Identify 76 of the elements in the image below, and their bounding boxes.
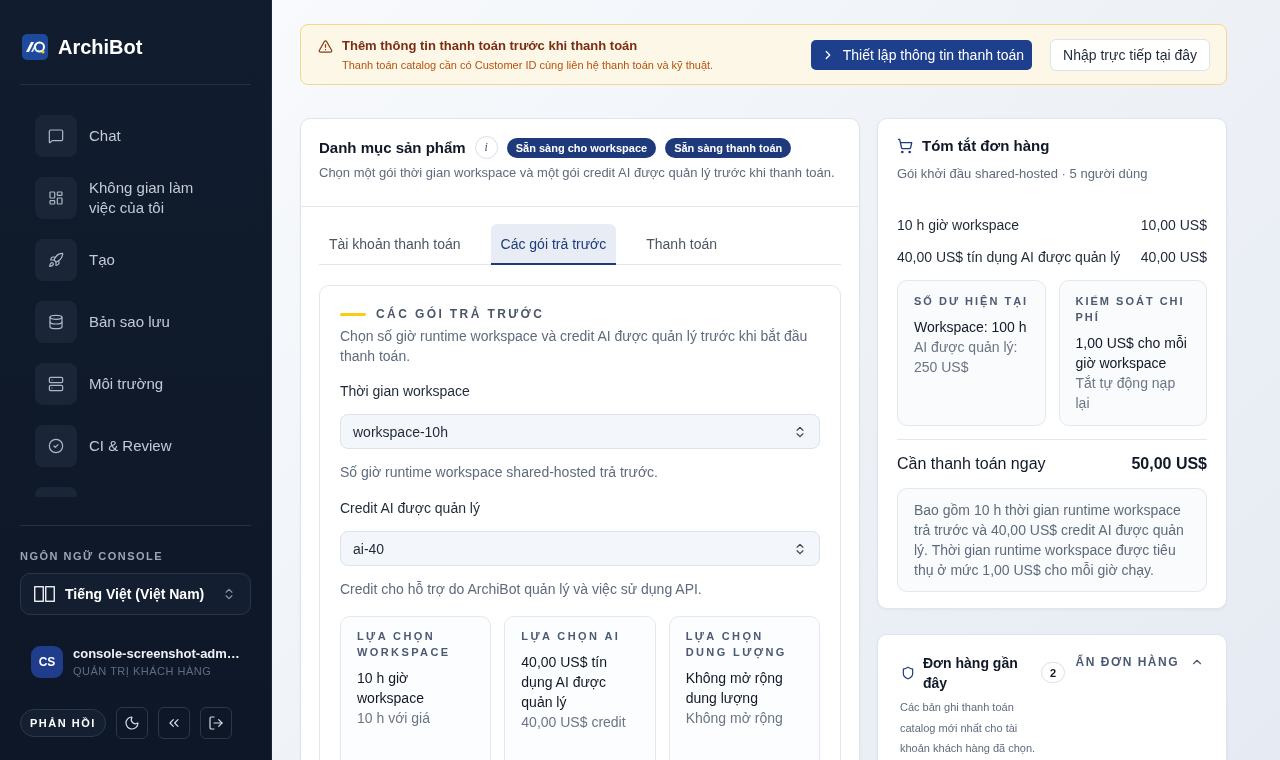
cart-icon [897,138,913,154]
stat-value: 1,00 US$ cho mỗi giờ workspace [1075,334,1188,373]
section-description: Chọn số giờ runtime workspace và credit AI được quản lý trước khi bắt đầu thanh toán. [340,327,809,366]
tab[interactable]: Các gói trả trước [490,224,617,265]
stat-value: Workspace: 100 h [914,318,1028,337]
logout-button[interactable] [199,707,232,739]
collapse-sidebar-button[interactable] [157,707,190,739]
stat-detail: Tắt tự động nạp lại [1075,374,1177,413]
server-icon [35,363,77,405]
status-badge: Sẵn sàng cho workspace [506,137,657,158]
total-amount: 50,00 US$ [1131,454,1207,474]
stat-detail: AI được quản lý: 250 US$ [914,338,1019,377]
user-name: console-screenshot-adm… [73,645,240,662]
card-description: Các bản ghi thanh toán catalog mới nhất cho tài khoản khách hàng đã chọn. [900,700,1037,756]
logout-icon [207,715,224,731]
nav-item[interactable]: Chat [35,115,251,157]
nav-item[interactable]: Tạo [35,239,251,281]
rocket-icon [35,239,77,281]
field-help-text: Số giờ runtime workspace shared-hosted trả trước. [340,463,659,482]
status-badge: Sẵn sàng thanh toán [665,137,792,158]
logo-icon [22,34,48,60]
field-label: Thời gian workspace [340,382,471,401]
line-item-amount: 40,00 US$ [1140,248,1207,267]
option-heading: LỰA CHỌN WORKSPACE [357,629,452,660]
option-value: Không mở rộng dung lượng [685,669,784,708]
accent-dash-icon [340,312,366,316]
line-item-label: 10 h giờ workspace [897,216,1020,235]
option-detail: Không mở rộng [685,709,784,728]
shield-icon [901,666,915,680]
alert-message: Thanh toán catalog cần có Customer ID cùng liên hệ thanh toán và kỹ thuật. [342,57,715,73]
option-heading: LỰA CHỌN DUNG LƯỢNG [685,629,788,660]
card-title: Tóm tắt đơn hàng [922,136,1050,156]
nav-item[interactable]: Không gian làm việc của tôi [35,177,251,219]
option-value: 10 h giờ workspace [357,669,425,708]
summary-note: Bao gồm 10 h thời gian runtime workspace trả trước và 40,00 US$ credit AI được quản lý. Thời gian runtime workspace được tiêu thụ ở mức 1,00 US$ cho mỗi giờ chạy. [897,488,1207,592]
feedback-button[interactable]: PHẢN HỒI [20,709,106,737]
card-title: Đơn hàng gần đây [923,654,1019,693]
stat-heading: SỐ DƯ HIỆN TẠI [914,294,1030,309]
line-item-amount: 10,00 US$ [1140,216,1207,235]
enter-directly-button[interactable]: Nhập trực tiếp tại đây [1050,38,1210,71]
field-help-text: Credit cho hỗ trợ do ArchiBot quản lý và việc sử dụng API. [340,580,703,599]
tab[interactable]: Thanh toán [636,224,728,265]
total-label: Cần thanh toán ngay [897,454,1046,474]
select-field[interactable]: ai-40 [340,531,820,566]
user-avatar: CS [31,646,63,678]
hide-orders-button[interactable]: ẨN ĐƠN HÀNG [1075,653,1204,671]
database-icon [35,301,77,343]
theme-button[interactable] [115,707,148,739]
setup-billing-button[interactable]: Thiết lập thông tin thanh toán [810,39,1033,70]
option-detail: 40,00 US$ credit [521,713,627,732]
nav-item[interactable]: CI & Review [35,425,251,467]
field-label: Credit AI được quản lý [340,499,481,518]
option-detail: 10 h với giá [357,709,431,728]
moon-icon [123,715,140,731]
option-heading: LỰA CHỌN AI [521,629,622,644]
select-field[interactable]: workspace-10h [340,414,820,449]
chat-bubble-icon [35,115,77,157]
warning-icon [318,39,333,54]
card-title: Danh mục sản phẩm [319,137,466,158]
card-subtitle: Gói khởi đầu shared-hosted · 5 người dùng [897,165,1149,183]
line-item-label: 40,00 US$ tín dụng AI được quản lý [897,248,1121,267]
alert-title: Thêm thông tin thanh toán trước khi thanh toán [342,36,639,55]
brand-name: ArchiBot [58,35,143,60]
info-button[interactable]: i [474,136,498,159]
user-role: QUẢN TRỊ KHÁCH HÀNG [73,664,213,679]
dashboard-grid-icon [35,177,77,219]
option-value: 40,00 US$ tín dụng AI được quản lý [521,653,608,712]
section-label: NGÔN NGỮ CONSOLE [20,549,165,563]
tab[interactable]: Tài khoản thanh toán [319,224,471,265]
stat-heading: KIỂM SOÁT CHI PHÍ [1075,294,1186,325]
nav-item[interactable]: Bản sao lưu [35,301,251,343]
card-description: Chọn một gói thời gian workspace và một gói credit AI được quản lý trước khi thanh toán. [319,164,836,182]
double-box-icon [34,586,55,602]
section-heading: CÁC GÓI TRẢ TRƯỚC [376,307,545,321]
language-select[interactable]: Tiếng Việt (Việt Nam) [20,573,251,615]
nav-item[interactable]: Môi trường [35,363,251,405]
